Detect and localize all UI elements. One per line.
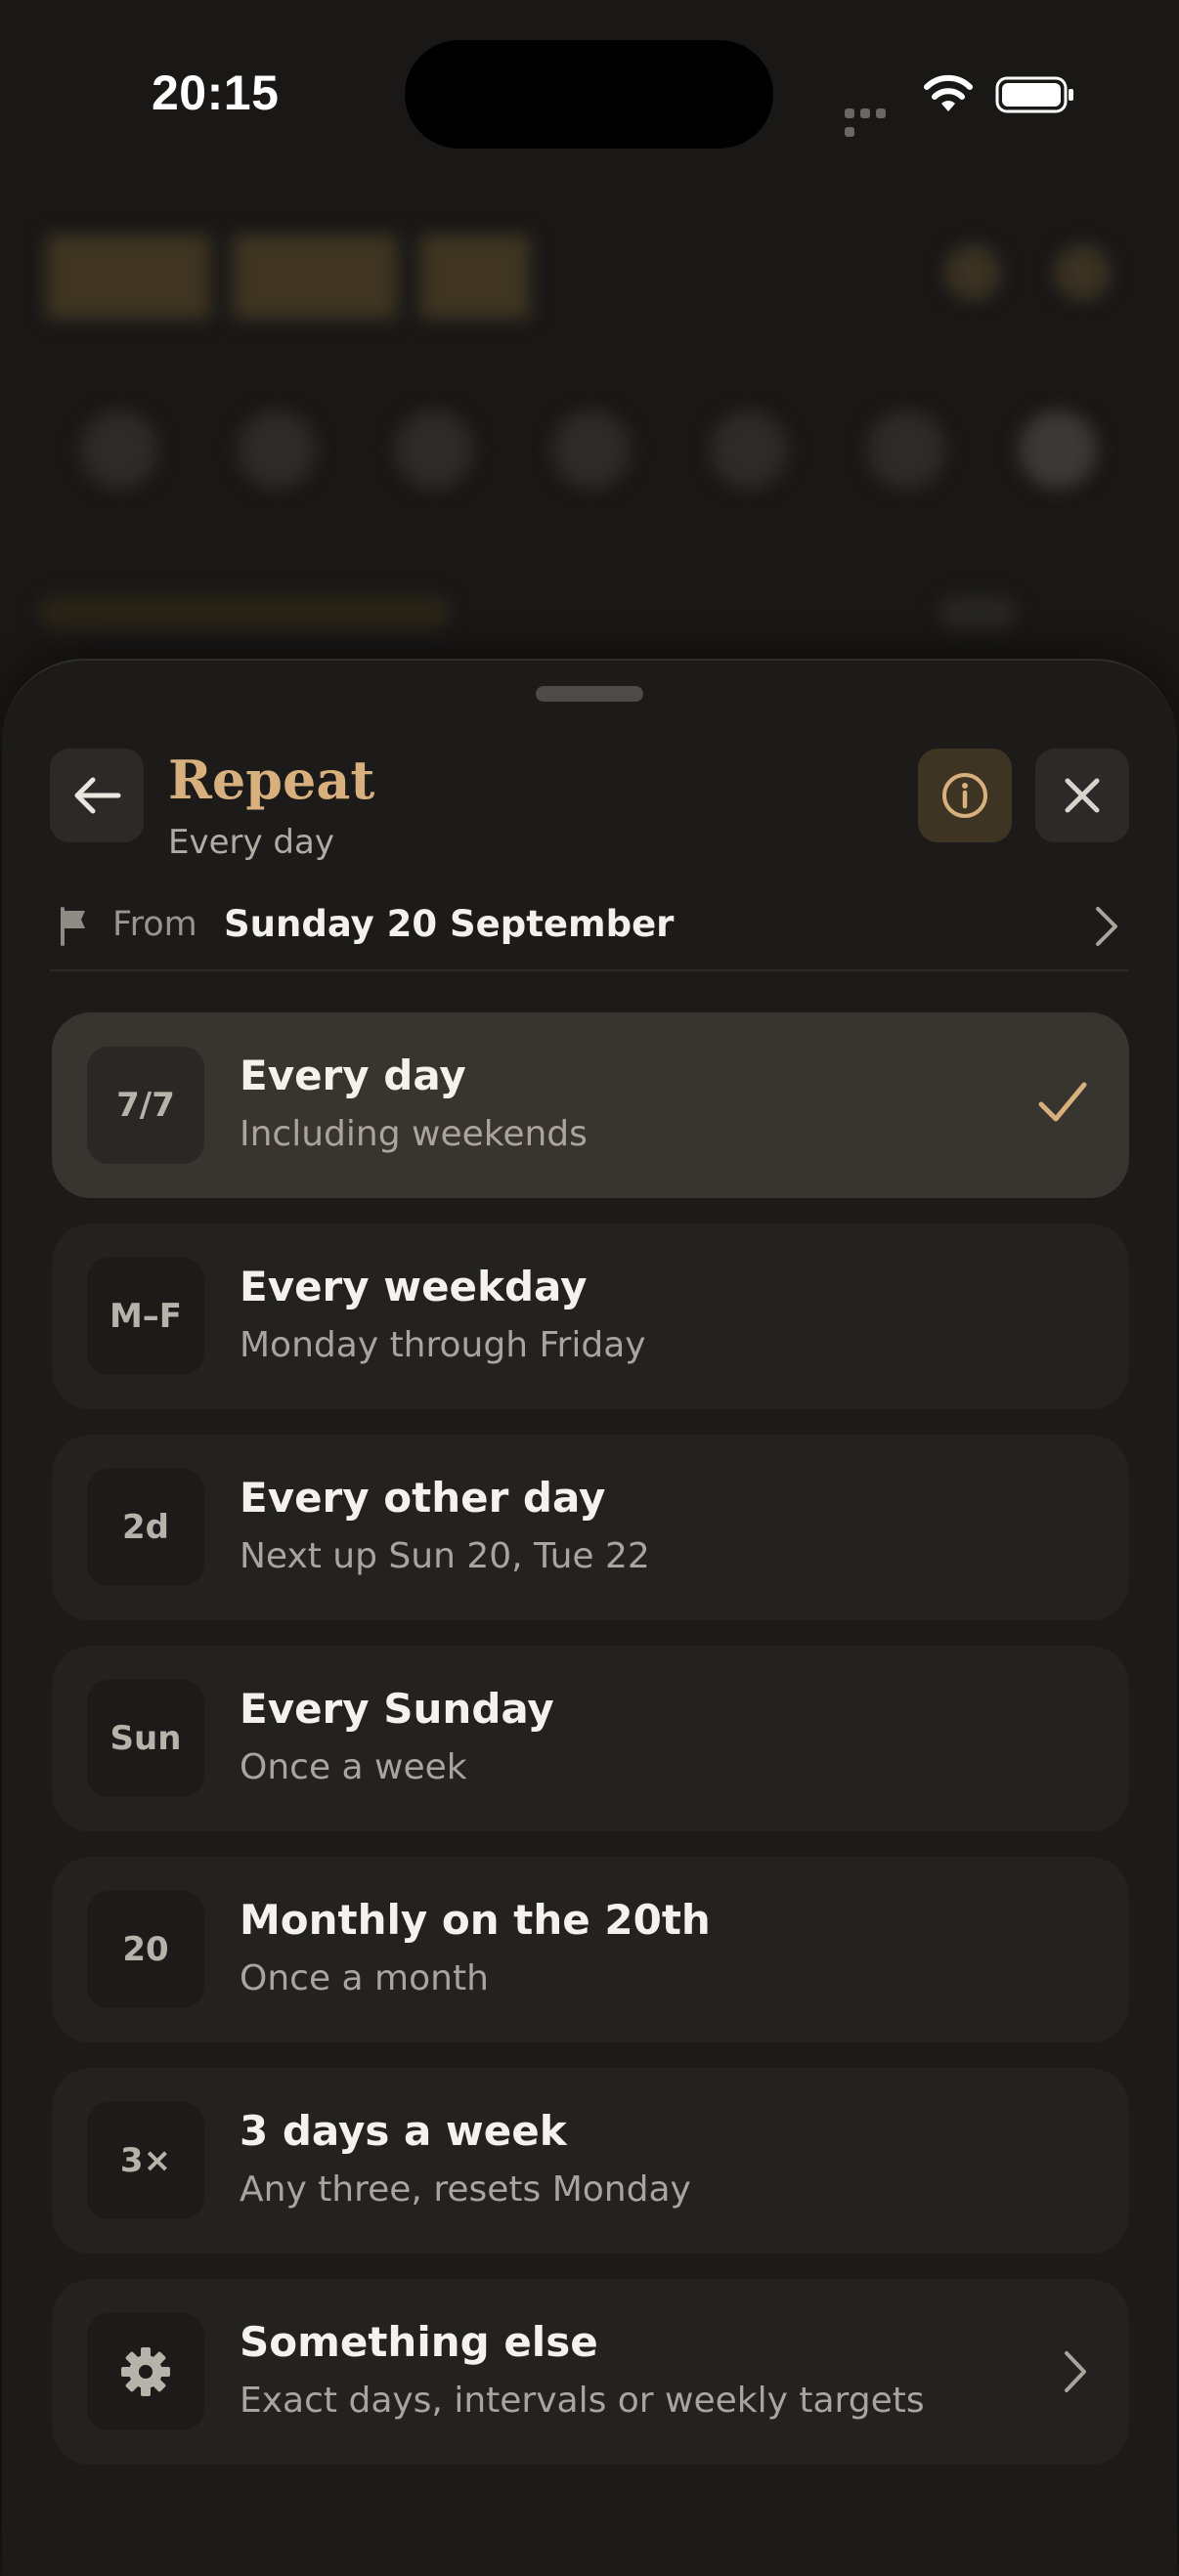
option-three-days-a-week[interactable]: 3× 3 days a week Any three, resets Monda… xyxy=(52,2068,1129,2254)
background-line xyxy=(39,596,450,629)
back-button[interactable] xyxy=(50,749,144,842)
option-badge: 20 xyxy=(87,1891,204,2008)
background-day xyxy=(1019,410,1097,489)
background-line xyxy=(939,596,1017,629)
option-badge: 3× xyxy=(87,2102,204,2219)
flag-icon xyxy=(61,907,85,946)
option-subtitle: Once a month xyxy=(240,1958,489,1998)
sheet-title: Repeat xyxy=(168,749,375,811)
from-label: From xyxy=(112,905,197,944)
option-title: Every other day xyxy=(240,1474,606,1522)
dynamic-island xyxy=(405,40,773,149)
option-title: Every day xyxy=(240,1052,466,1099)
background-app: ███ ███ ██ xyxy=(0,176,1179,684)
option-title: Something else xyxy=(240,2318,598,2366)
chevron-right-icon xyxy=(1096,907,1117,946)
option-every-sunday[interactable]: Sun Every Sunday Once a week xyxy=(52,1646,1129,1831)
option-badge xyxy=(87,2313,204,2430)
sheet-subtitle: Every day xyxy=(168,823,334,862)
chevron-right-icon xyxy=(1065,2351,1086,2392)
wifi-icon xyxy=(924,74,973,111)
option-every-day[interactable]: 7/7 Every day Including weekends xyxy=(52,1012,1129,1198)
option-title: Every weekday xyxy=(240,1263,588,1310)
background-day xyxy=(710,410,788,489)
option-badge: Sun xyxy=(87,1680,204,1797)
option-subtitle: Including weekends xyxy=(240,1114,588,1154)
cellular-signal-icon xyxy=(845,104,903,137)
info-button[interactable] xyxy=(918,749,1012,842)
battery-icon xyxy=(995,76,1073,113)
option-something-else[interactable]: Something else Exact days, intervals or … xyxy=(52,2279,1129,2465)
start-date-row[interactable]: From Sunday 20 September xyxy=(50,891,1129,971)
gear-icon xyxy=(121,2347,170,2396)
repeat-sheet: Repeat Every day From Sunday 20 Septembe… xyxy=(2,659,1177,2576)
background-title-blurred: ███ ███ ██ xyxy=(47,235,530,318)
option-badge: 2d xyxy=(87,1469,204,1586)
option-badge: 7/7 xyxy=(87,1047,204,1164)
option-title: Every Sunday xyxy=(240,1685,554,1733)
sheet-grabber[interactable] xyxy=(536,686,643,702)
option-monthly[interactable]: 20 Monthly on the 20th Once a month xyxy=(52,1857,1129,2042)
background-day xyxy=(395,410,473,489)
option-badge: M–F xyxy=(87,1258,204,1375)
close-icon xyxy=(1065,778,1100,813)
from-date: Sunday 20 September xyxy=(224,903,675,945)
option-every-weekday[interactable]: M–F Every weekday Monday through Friday xyxy=(52,1224,1129,1409)
arrow-left-icon xyxy=(74,777,121,814)
status-time: 20:15 xyxy=(152,65,280,120)
option-title: Monthly on the 20th xyxy=(240,1896,711,1944)
background-day xyxy=(80,410,158,489)
option-title: 3 days a week xyxy=(240,2107,567,2155)
option-every-other-day[interactable]: 2d Every other day Next up Sun 20, Tue 2… xyxy=(52,1435,1129,1620)
background-icon xyxy=(944,244,1001,301)
option-subtitle: Next up Sun 20, Tue 22 xyxy=(240,1536,650,1576)
close-button[interactable] xyxy=(1035,749,1129,842)
option-subtitle: Exact days, intervals or weekly targets xyxy=(240,2381,925,2421)
background-icon xyxy=(1054,244,1111,301)
background-day xyxy=(552,410,631,489)
option-subtitle: Monday through Friday xyxy=(240,1325,646,1365)
info-icon xyxy=(942,773,987,818)
background-day xyxy=(238,410,316,489)
option-subtitle: Once a week xyxy=(240,1747,467,1787)
option-subtitle: Any three, resets Monday xyxy=(240,2169,691,2210)
background-day xyxy=(867,410,945,489)
checkmark-icon xyxy=(1038,1082,1087,1122)
